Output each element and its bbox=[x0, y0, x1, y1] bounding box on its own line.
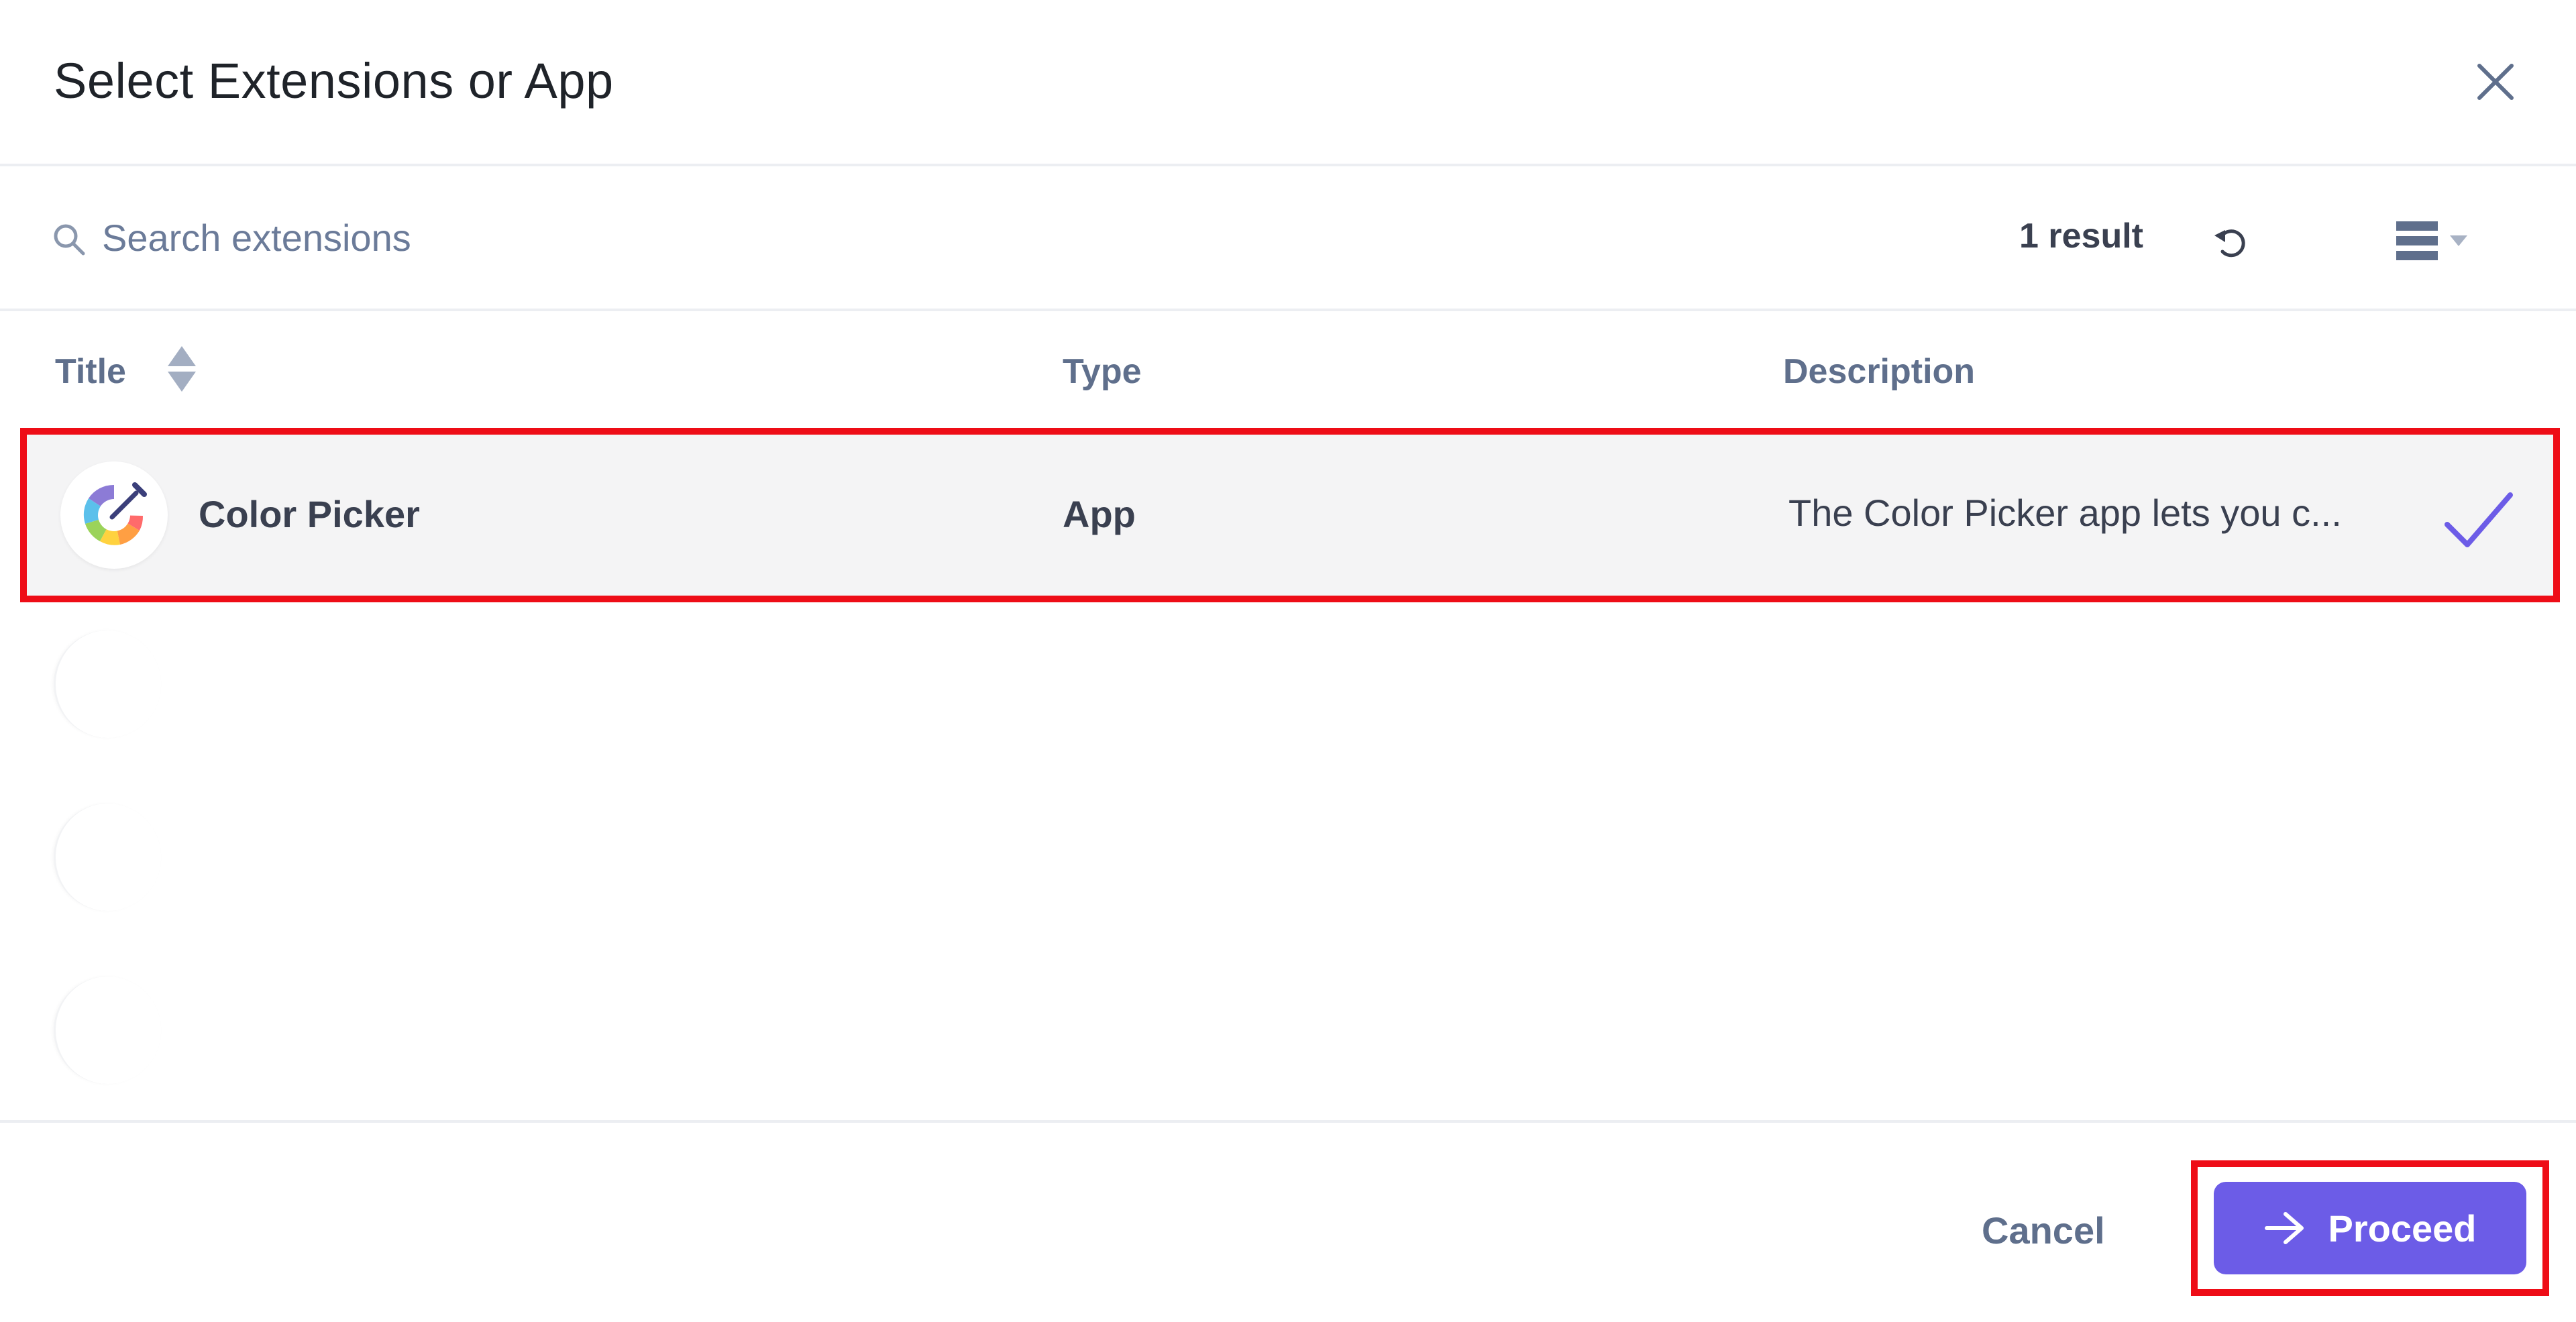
dialog-header: Select Extensions or App bbox=[0, 0, 2576, 166]
dialog-footer: Cancel Proceed bbox=[0, 1120, 2576, 1322]
search-icon bbox=[54, 224, 85, 256]
select-extensions-dialog: Select Extensions or App 1 result bbox=[0, 0, 2576, 1322]
row-type: App bbox=[1063, 493, 1136, 535]
column-header-type: Type bbox=[1063, 352, 1142, 391]
placeholder-avatar bbox=[54, 630, 161, 738]
placeholder-avatar bbox=[54, 804, 161, 911]
row-title: Color Picker bbox=[199, 493, 420, 535]
close-button[interactable] bbox=[2469, 55, 2522, 109]
refresh-icon bbox=[2214, 229, 2245, 258]
cancel-button[interactable]: Cancel bbox=[1966, 1197, 2121, 1264]
view-toggle[interactable] bbox=[2395, 211, 2496, 271]
search-input[interactable] bbox=[101, 204, 1040, 271]
chevron-down-icon bbox=[2450, 235, 2467, 246]
color-picker-app-icon bbox=[83, 482, 147, 545]
arrow-right-icon bbox=[2264, 1212, 2304, 1244]
search-bar: 1 result bbox=[0, 166, 2576, 311]
placeholder-avatar bbox=[54, 977, 161, 1084]
column-header-title[interactable]: Title bbox=[55, 351, 126, 392]
refresh-button[interactable] bbox=[2207, 219, 2254, 266]
column-header-description: Description bbox=[1783, 352, 1976, 391]
close-icon bbox=[2477, 64, 2514, 100]
sort-icon[interactable] bbox=[165, 345, 199, 393]
table-header: Title Type Description bbox=[0, 314, 2576, 428]
list-view-icon bbox=[2396, 221, 2438, 260]
result-count: 1 result bbox=[2019, 217, 2143, 256]
proceed-button[interactable]: Proceed bbox=[2214, 1182, 2526, 1274]
dialog-title: Select Extensions or App bbox=[54, 53, 614, 109]
app-avatar bbox=[60, 461, 168, 569]
proceed-label: Proceed bbox=[2328, 1207, 2477, 1250]
row-description: The Color Picker app lets you c... bbox=[1788, 492, 2342, 534]
checkmark-icon bbox=[2445, 492, 2513, 547]
table-row[interactable]: Color Picker App The Color Picker app le… bbox=[20, 428, 2560, 602]
